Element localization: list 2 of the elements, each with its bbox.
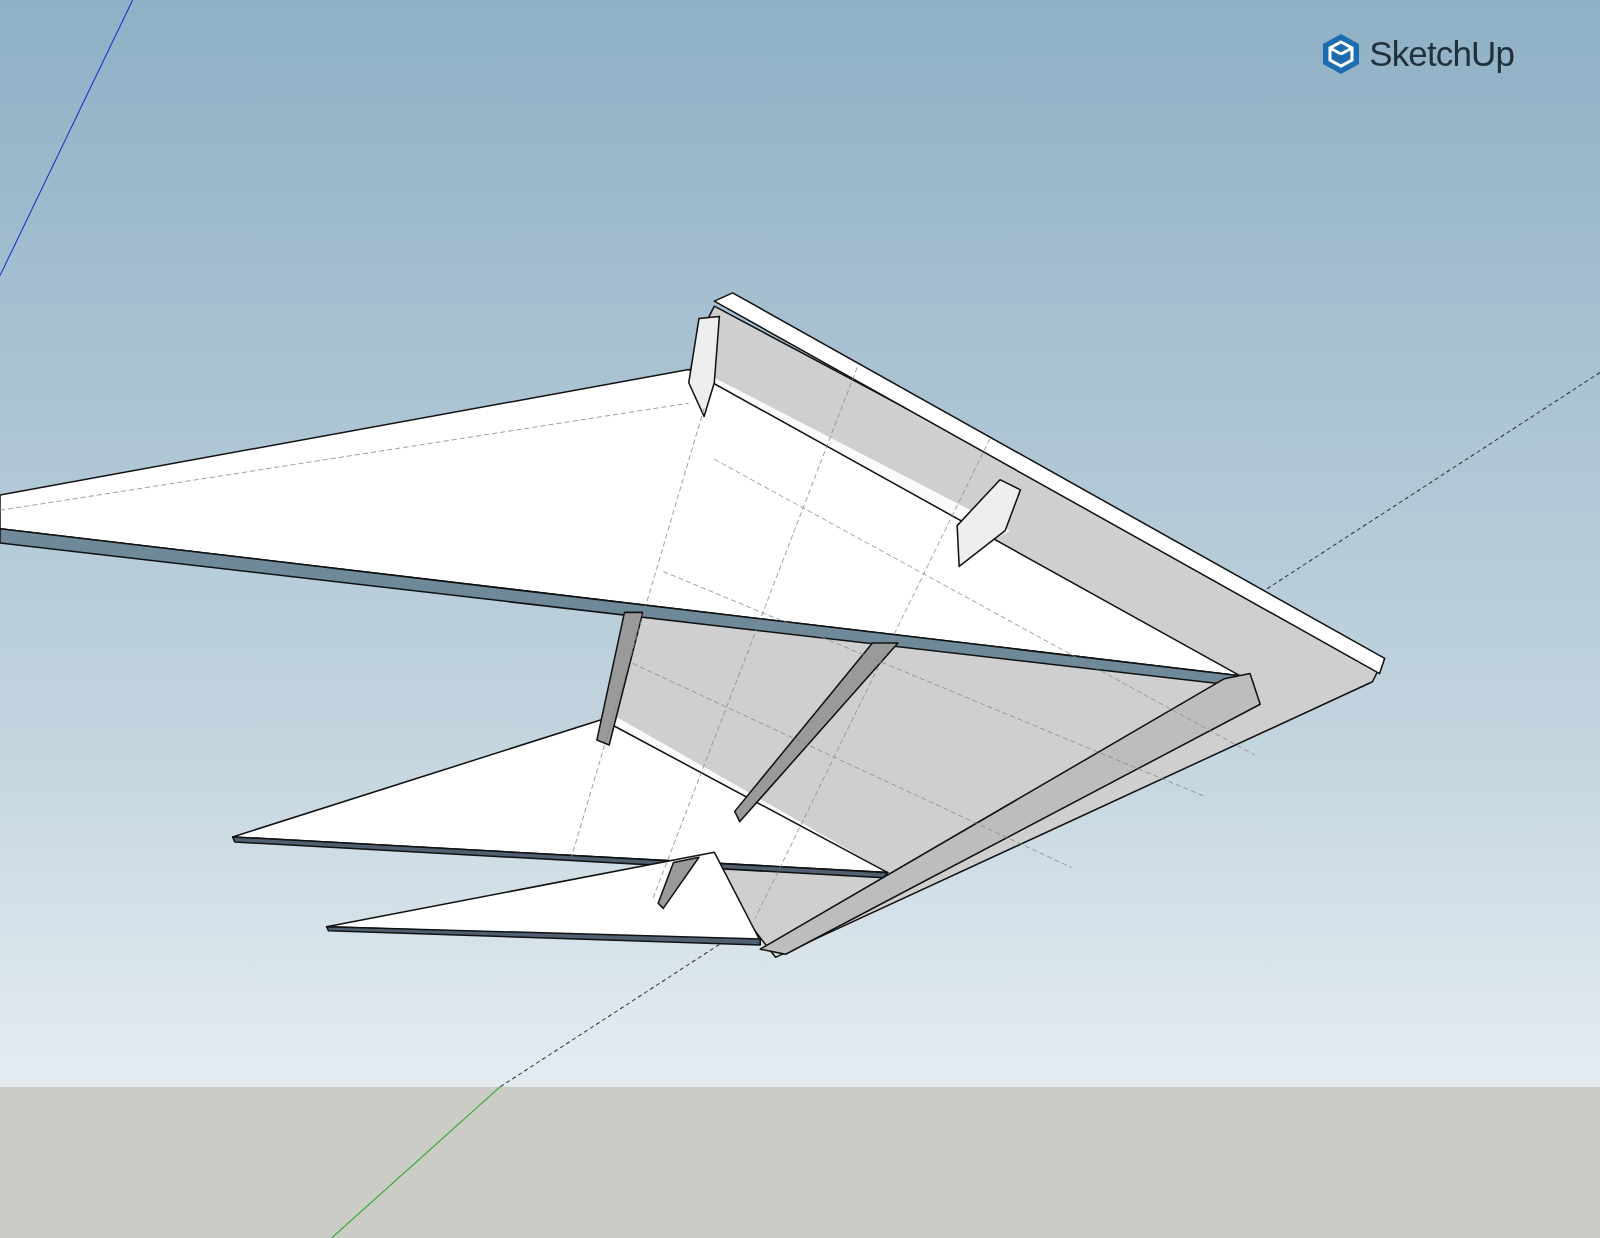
logo-icon: [1321, 32, 1362, 77]
logo-text: SketchUp: [1369, 33, 1514, 75]
